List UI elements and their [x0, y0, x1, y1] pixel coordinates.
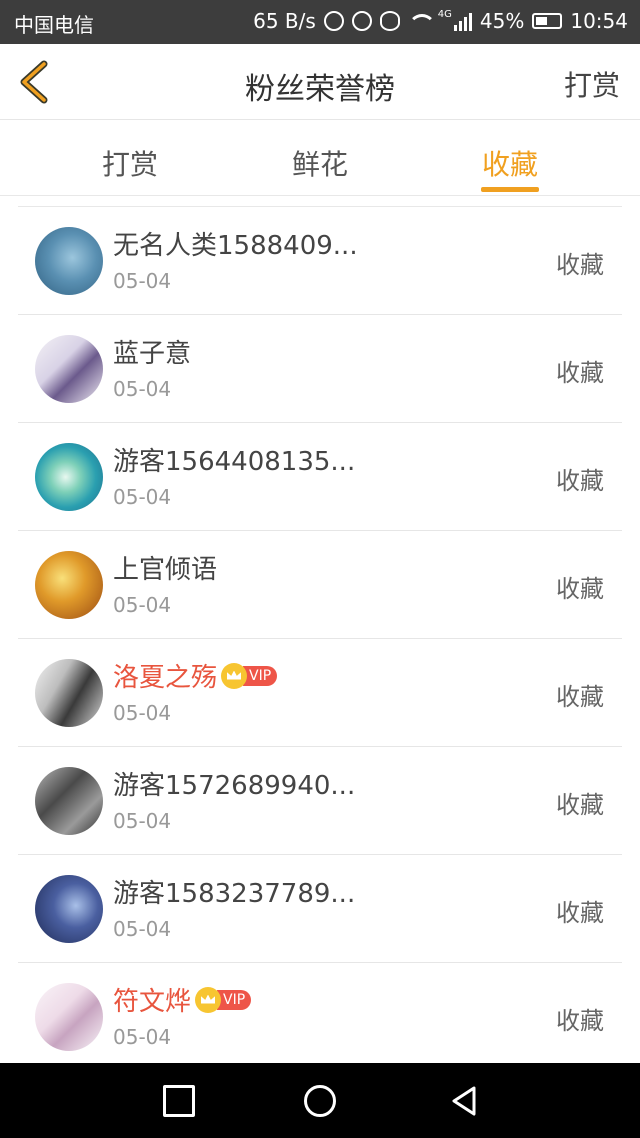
list-item[interactable]: 游客1572689940... 05-04 收藏 [18, 747, 622, 855]
list-item[interactable]: 洛夏之殇 VIP 05-04 收藏 [18, 639, 622, 747]
list-item[interactable]: 无名人类1588409... 05-04 收藏 [18, 207, 622, 315]
tab-bar: 打赏 鲜花 收藏 [0, 121, 640, 196]
action-label: 收藏 [556, 791, 604, 819]
header: 粉丝荣誉榜 打赏 [0, 44, 640, 120]
name-line: 符文烨 VIP [113, 981, 252, 1018]
battery-percent: 45% [479, 9, 525, 33]
fan-list: 无名人类1588409... 05-04 收藏 蓝子意 05-04 收藏 游客1… [18, 206, 622, 1071]
list-item[interactable]: 游客1564408135... 05-04 收藏 [18, 423, 622, 531]
crown-icon [195, 986, 222, 1013]
action-label: 收藏 [556, 1007, 604, 1035]
back-triangle-icon[interactable] [448, 1085, 480, 1117]
user-name: 无名人类1588409... [113, 231, 358, 261]
tab-flowers[interactable]: 鲜花 [260, 143, 380, 183]
user-name: 上官倾语 [113, 555, 218, 585]
date: 05-04 [113, 269, 172, 293]
avatar [35, 335, 103, 403]
date: 05-04 [113, 1025, 172, 1049]
name-line: 蓝子意 [113, 333, 191, 370]
user-name: 游客1583237789... [113, 879, 356, 909]
user-name: 游客1564408135... [113, 447, 356, 477]
name-line: 无名人类1588409... [113, 225, 358, 262]
vip-badge: VIP [217, 989, 252, 1010]
date: 05-04 [113, 917, 172, 941]
eye-icon [379, 11, 400, 31]
tab-favorites[interactable]: 收藏 [450, 143, 570, 183]
signal-icon [453, 11, 472, 31]
list-item[interactable]: 符文烨 VIP 05-04 收藏 [18, 963, 622, 1071]
sync-icon [323, 11, 344, 31]
list-item[interactable]: 上官倾语 05-04 收藏 [18, 531, 622, 639]
date: 05-04 [113, 809, 172, 833]
name-line: 游客1572689940... [113, 765, 355, 802]
recent-apps-icon[interactable] [163, 1085, 195, 1117]
home-icon[interactable] [304, 1085, 336, 1117]
list-item[interactable]: 游客1583237789... 05-04 收藏 [18, 855, 622, 963]
date: 05-04 [113, 701, 172, 725]
action-label: 收藏 [556, 359, 604, 387]
user-name: 洛夏之殇 [113, 663, 218, 693]
tab-reward[interactable]: 打赏 [70, 143, 190, 183]
network-type: 4G [437, 9, 452, 20]
avatar [35, 227, 103, 295]
clock: 10:54 [570, 9, 628, 33]
wifi-icon [407, 12, 436, 30]
avatar [35, 767, 103, 835]
action-label: 收藏 [556, 251, 604, 279]
page-title: 粉丝荣誉榜 [245, 72, 395, 107]
battery-icon [532, 13, 563, 29]
avatar [35, 443, 103, 511]
name-line: 游客1583237789... [113, 873, 355, 910]
net-speed: 65 B/s [253, 9, 316, 33]
avatar [35, 983, 103, 1051]
user-name: 游客1572689940... [113, 771, 356, 801]
status-icons: 65 B/s 4G 45% 10:54 [253, 9, 628, 33]
avatar [35, 875, 103, 943]
user-name: 符文烨 [113, 987, 192, 1017]
name-line: 游客1564408135... [113, 441, 355, 478]
crown-icon [221, 662, 248, 689]
status-bar: 中国电信 65 B/s 4G 45% 10:54 [0, 0, 640, 44]
alarm-icon [351, 11, 372, 31]
active-tab-indicator [481, 187, 539, 192]
action-label: 收藏 [556, 575, 604, 603]
action-label: 收藏 [556, 899, 604, 927]
date: 05-04 [113, 485, 172, 509]
action-label: 收藏 [556, 467, 604, 495]
reward-button[interactable]: 打赏 [564, 64, 620, 104]
date: 05-04 [113, 377, 172, 401]
vip-badge: VIP [243, 665, 278, 686]
avatar [35, 551, 103, 619]
name-line: 洛夏之殇 VIP [113, 657, 278, 694]
back-triangle-shape [452, 1086, 476, 1116]
carrier-label: 中国电信 [14, 13, 94, 37]
avatar [35, 659, 103, 727]
name-line: 上官倾语 [113, 549, 217, 586]
list-item[interactable]: 蓝子意 05-04 收藏 [18, 315, 622, 423]
action-label: 收藏 [556, 683, 604, 711]
system-nav-bar [0, 1063, 640, 1138]
date: 05-04 [113, 593, 172, 617]
user-name: 蓝子意 [113, 339, 192, 369]
